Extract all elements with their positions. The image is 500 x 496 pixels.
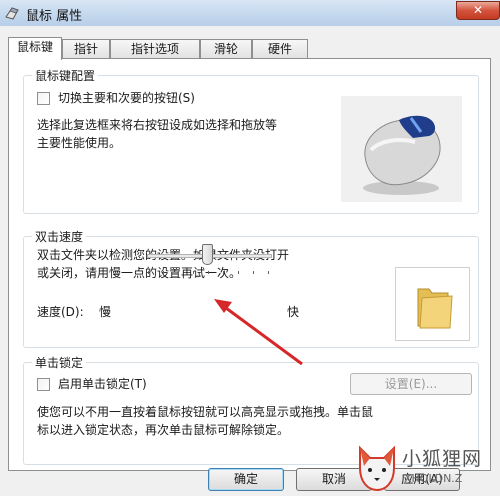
tab-buttons[interactable]: 鼠标键 — [8, 37, 62, 60]
annotation-arrow — [214, 299, 303, 366]
watermark-text: 小狐狸网 — [402, 448, 483, 470]
tab-label: 鼠标键 — [16, 40, 53, 54]
watermark-subtext: XHQLDN.Z — [404, 472, 463, 485]
fox-logo-icon — [359, 445, 395, 492]
watermark: 小狐狸网 XHQLDN.Z — [352, 436, 500, 496]
